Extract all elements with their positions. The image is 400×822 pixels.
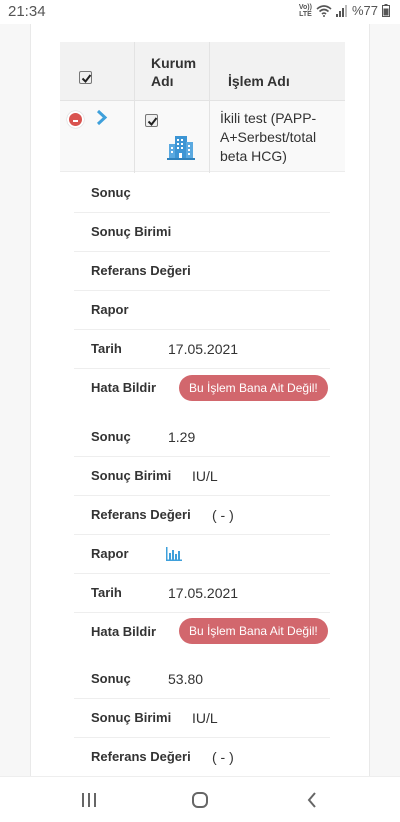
unit-label: Sonuç Birimi: [91, 710, 172, 725]
header-institution-cell: Kurum Adı: [135, 42, 210, 100]
detail-row-date: Tarih 17.05.2021: [74, 574, 330, 613]
unit-value: IU/L: [192, 468, 218, 484]
reference-label: Referans Değeri: [91, 749, 191, 764]
table-header: Kurum Adı İşlem Adı: [60, 42, 345, 100]
detail-row-unit: Sonuç Birimi IU/L: [74, 457, 330, 496]
detail-row-reference: Referans Değeri: [74, 252, 330, 291]
select-all-checkbox[interactable]: [79, 71, 92, 84]
unit-value: IU/L: [192, 710, 218, 726]
battery-level: %77: [351, 3, 378, 18]
detail-row-result: Sonuç 53.80: [74, 660, 330, 699]
procedure-name: İkili test (PAPP-A+Serbest/total beta HC…: [220, 110, 317, 164]
detail-row-report: Rapor: [74, 535, 330, 574]
date-label: Tarih: [91, 585, 122, 600]
result-value: 53.80: [168, 671, 204, 687]
error-label: Hata Bildir: [91, 380, 157, 395]
result-label: Sonuç: [91, 671, 131, 686]
detail-row-reference: Referans Değeri ( - ): [74, 496, 330, 535]
detail-row-error: Hata Bildir Bu İşlem Bana Ait Değil!: [74, 613, 330, 663]
reference-label: Referans Değeri: [91, 507, 191, 522]
reference-value: ( - ): [212, 749, 234, 765]
chevron-right-icon[interactable]: [96, 109, 108, 126]
row-institution-cell: [135, 101, 210, 173]
header-select-cell: [60, 42, 135, 100]
header-institution: Kurum Adı: [151, 55, 197, 89]
bar-chart-icon[interactable]: [166, 547, 182, 561]
detail-row-unit: Sonuç Birimi IU/L: [74, 699, 330, 738]
detail-row-result: Sonuç: [74, 174, 330, 213]
reference-label: Referans Değeri: [91, 263, 191, 278]
header-procedure: İşlem Adı: [228, 73, 290, 89]
detail-row-unit: Sonuç Birimi: [74, 213, 330, 252]
detail-row-report: Rapor: [74, 291, 330, 330]
home-icon[interactable]: [191, 791, 209, 809]
status-bar: 21:34 Vo)) LTE %77: [0, 0, 400, 24]
row-actions-cell: [60, 101, 135, 173]
date-value: 17.05.2021: [168, 585, 239, 601]
battery-icon: [382, 4, 390, 17]
error-label: Hata Bildir: [91, 624, 157, 639]
status-icons: Vo)) LTE %77: [299, 3, 390, 18]
status-time: 21:34: [8, 3, 46, 20]
report-error-button[interactable]: Bu İşlem Bana Ait Değil!: [179, 618, 328, 644]
date-value: 17.05.2021: [168, 341, 239, 357]
row-checkbox[interactable]: [145, 114, 158, 127]
recent-apps-icon[interactable]: [81, 792, 97, 808]
report-label: Rapor: [91, 302, 129, 317]
reference-value: ( - ): [212, 507, 234, 523]
date-label: Tarih: [91, 341, 122, 356]
detail-row-result: Sonuç 1.29: [74, 418, 330, 457]
detail-row-date: Tarih 17.05.2021: [74, 330, 330, 369]
unit-label: Sonuç Birimi: [91, 224, 172, 239]
wifi-icon: [316, 4, 332, 17]
result-value: 1.29: [168, 429, 196, 445]
minus-circle-icon[interactable]: [67, 111, 84, 128]
unit-label: Sonuç Birimi: [91, 468, 172, 483]
result-label: Sonuç: [91, 429, 131, 444]
building-icon: [167, 136, 195, 160]
report-error-button[interactable]: Bu İşlem Bana Ait Değil!: [179, 375, 328, 401]
report-label: Rapor: [91, 546, 129, 561]
back-icon[interactable]: [306, 791, 318, 809]
volte-indicator: Vo)) LTE: [298, 3, 312, 18]
table-row: İkili test (PAPP-A+Serbest/total beta HC…: [60, 100, 345, 173]
result-label: Sonuç: [91, 185, 131, 200]
detail-row-reference: Referans Değeri ( - ): [74, 738, 330, 777]
navigation-bar: [0, 776, 400, 822]
detail-row-error: Hata Bildir Bu İşlem Bana Ait Değil!: [74, 369, 330, 421]
signal-icon: [335, 4, 347, 17]
